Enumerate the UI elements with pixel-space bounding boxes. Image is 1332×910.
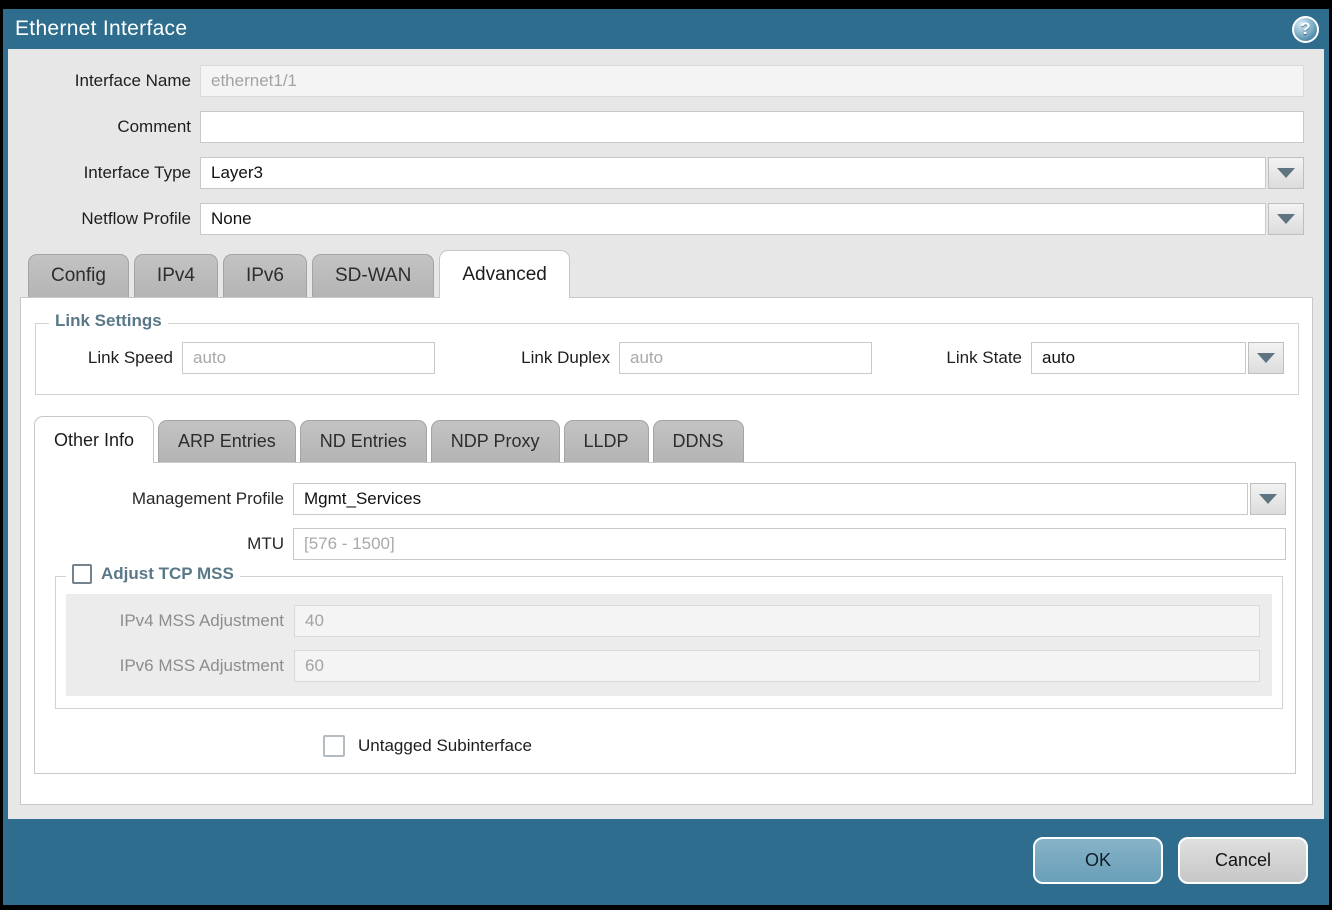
mss-inner-panel: IPv4 MSS Adjustment IPv6 MSS Adjustment: [66, 594, 1272, 696]
title-bar: Ethernet Interface ?: [3, 9, 1329, 49]
subtab-lldp[interactable]: LLDP: [564, 420, 649, 462]
ipv4-mss-label: IPv4 MSS Adjustment: [66, 611, 294, 631]
interface-type-select[interactable]: [200, 157, 1266, 189]
ok-button[interactable]: OK: [1033, 837, 1163, 884]
chevron-down-icon: [1259, 494, 1277, 504]
ipv4-mss-input: [294, 605, 1260, 637]
untagged-subinterface-row: Untagged Subinterface: [323, 735, 1295, 757]
netflow-profile-combo: [200, 203, 1304, 235]
link-speed-label: Link Speed: [36, 348, 182, 368]
mtu-input[interactable]: [293, 528, 1286, 560]
subtab-nd-entries[interactable]: ND Entries: [300, 420, 427, 462]
netflow-profile-dropdown-button[interactable]: [1268, 203, 1304, 235]
ipv6-mss-row: IPv6 MSS Adjustment: [66, 650, 1260, 682]
cancel-button[interactable]: Cancel: [1178, 837, 1308, 884]
ipv6-mss-label: IPv6 MSS Adjustment: [66, 656, 294, 676]
ipv4-mss-row: IPv4 MSS Adjustment: [66, 605, 1260, 637]
link-speed-group: Link Speed: [36, 342, 435, 374]
tab-config[interactable]: Config: [28, 254, 129, 297]
link-state-dropdown-button[interactable]: [1248, 342, 1284, 374]
mtu-row: MTU: [35, 528, 1295, 560]
chevron-down-icon: [1277, 168, 1295, 178]
adjust-tcp-mss-fieldset: Adjust TCP MSS IPv4 MSS Adjustment IPv6 …: [55, 576, 1283, 709]
subtab-arp-entries[interactable]: ARP Entries: [158, 420, 296, 462]
link-state-group: Link State: [936, 342, 1284, 374]
sub-tab-strip: Other Info ARP Entries ND Entries NDP Pr…: [34, 415, 1312, 462]
page-title: Ethernet Interface: [15, 17, 187, 41]
window-chrome: Ethernet Interface ? Interface Name Comm…: [3, 9, 1329, 905]
netflow-profile-select[interactable]: [200, 203, 1266, 235]
link-duplex-label: Link Duplex: [499, 348, 619, 368]
other-info-panel: Management Profile MTU: [34, 462, 1296, 774]
link-duplex-group: Link Duplex: [499, 342, 872, 374]
comment-row: Comment: [8, 111, 1304, 143]
help-button[interactable]: ?: [1292, 16, 1319, 43]
interface-type-combo: [200, 157, 1304, 189]
subtab-other-info[interactable]: Other Info: [34, 416, 154, 463]
chevron-down-icon: [1277, 214, 1295, 224]
netflow-profile-row: Netflow Profile: [8, 203, 1304, 235]
chevron-down-icon: [1257, 353, 1275, 363]
management-profile-select[interactable]: [293, 483, 1248, 515]
link-state-label: Link State: [936, 348, 1031, 368]
management-profile-label: Management Profile: [35, 489, 293, 509]
link-speed-input[interactable]: [182, 342, 435, 374]
footer-bar: OK Cancel: [3, 819, 1329, 905]
comment-field[interactable]: [200, 111, 1304, 143]
untagged-subinterface-label: Untagged Subinterface: [358, 736, 532, 756]
management-profile-row: Management Profile: [35, 483, 1295, 515]
interface-name-label: Interface Name: [8, 71, 200, 91]
untagged-subinterface-checkbox[interactable]: [323, 735, 345, 757]
body-wrap: Interface Name Comment Interface Type: [3, 49, 1329, 819]
management-profile-dropdown-button[interactable]: [1250, 483, 1286, 515]
interface-name-row: Interface Name: [8, 65, 1304, 97]
subtab-ddns[interactable]: DDNS: [653, 420, 744, 462]
subtab-ndp-proxy[interactable]: NDP Proxy: [431, 420, 560, 462]
dialog-frame: Ethernet Interface ? Interface Name Comm…: [0, 0, 1332, 910]
link-settings-legend: Link Settings: [49, 311, 168, 331]
link-state-select[interactable]: [1031, 342, 1246, 374]
tab-sd-wan[interactable]: SD-WAN: [312, 254, 434, 297]
interface-type-row: Interface Type: [8, 157, 1304, 189]
mtu-label: MTU: [35, 534, 293, 554]
link-settings-fieldset: Link Settings Link Speed Link Duplex: [35, 323, 1299, 395]
netflow-profile-label: Netflow Profile: [8, 209, 200, 229]
adjust-tcp-mss-checkbox[interactable]: [72, 564, 92, 584]
dialog-body: Interface Name Comment Interface Type: [8, 49, 1324, 819]
ipv6-mss-input: [294, 650, 1260, 682]
top-form: Interface Name Comment Interface Type: [8, 49, 1324, 235]
interface-type-dropdown-button[interactable]: [1268, 157, 1304, 189]
comment-label: Comment: [8, 117, 200, 137]
link-state-combo: [1031, 342, 1284, 374]
main-tab-strip: Config IPv4 IPv6 SD-WAN Advanced: [28, 249, 1324, 297]
interface-type-label: Interface Type: [8, 163, 200, 183]
adjust-tcp-mss-legend-text: Adjust TCP MSS: [101, 564, 234, 584]
question-icon: ?: [1300, 19, 1310, 39]
link-settings-row: Link Speed Link Duplex Link State: [36, 342, 1284, 374]
advanced-tab-panel: Link Settings Link Speed Link Duplex: [20, 297, 1313, 805]
link-duplex-input[interactable]: [619, 342, 872, 374]
interface-name-field: [200, 65, 1304, 97]
tab-ipv6[interactable]: IPv6: [223, 254, 307, 297]
tab-advanced[interactable]: Advanced: [439, 250, 570, 298]
management-profile-combo: [293, 483, 1286, 515]
adjust-tcp-mss-legend: Adjust TCP MSS: [66, 564, 240, 584]
tab-ipv4[interactable]: IPv4: [134, 254, 218, 297]
